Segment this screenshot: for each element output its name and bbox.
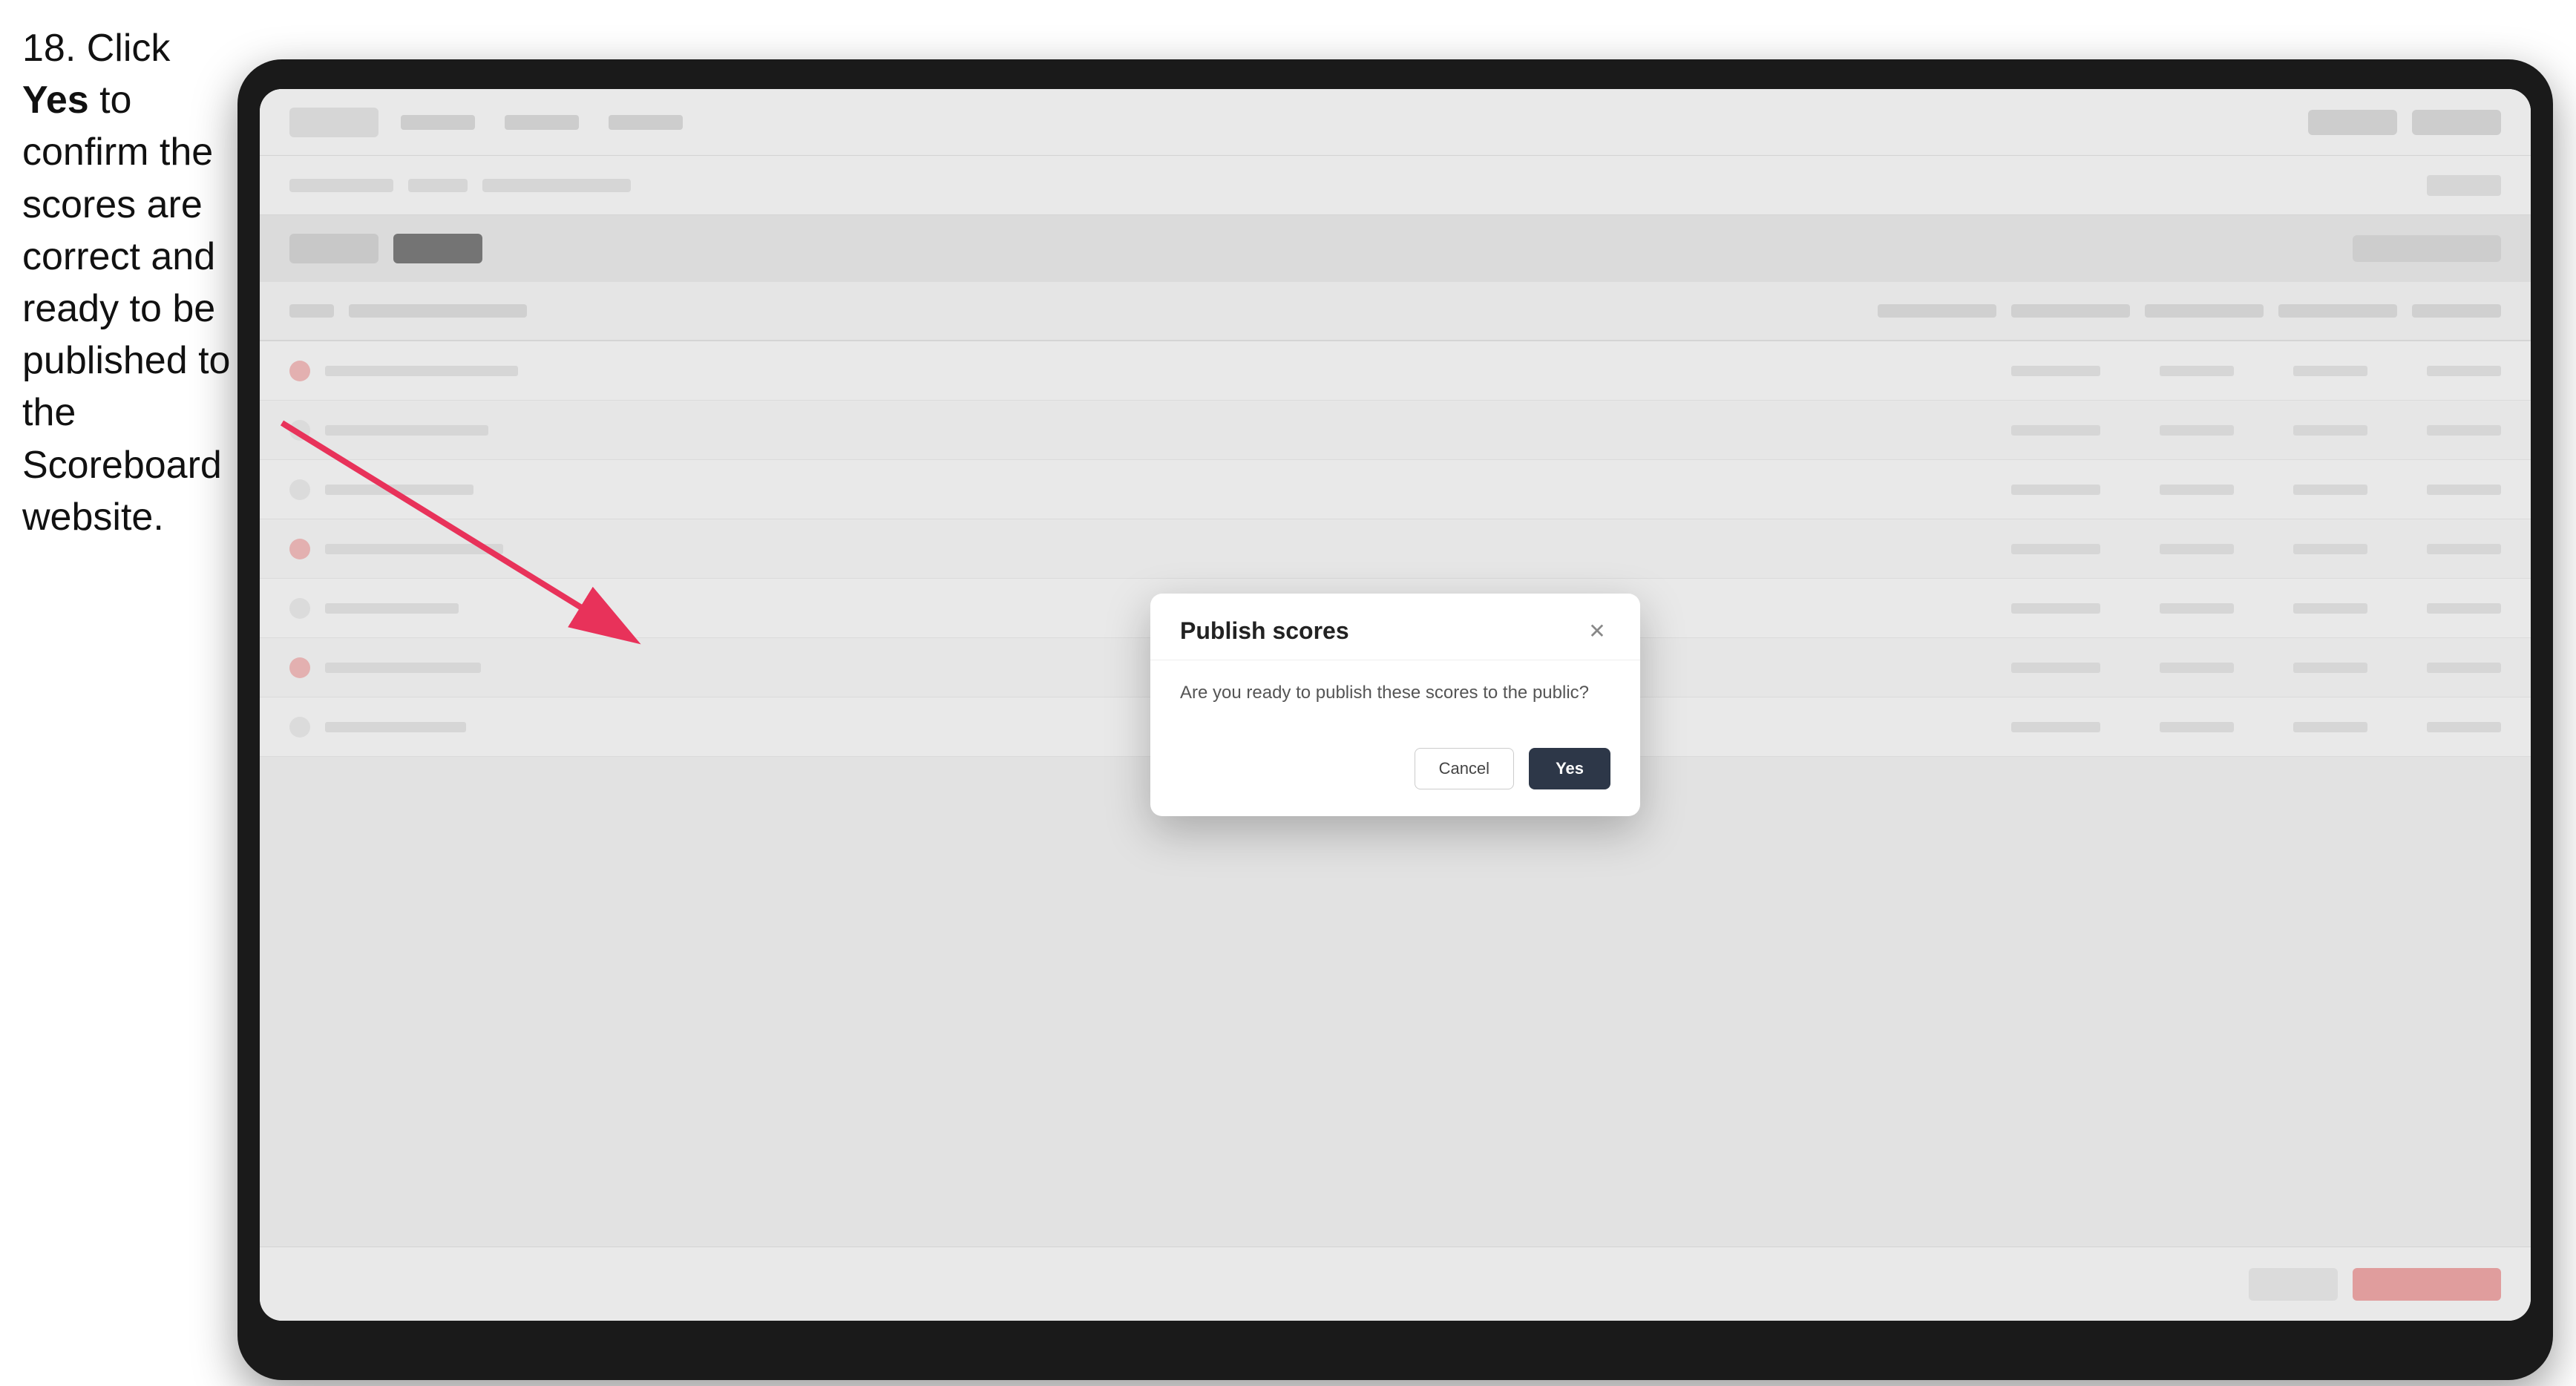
instruction-prefix: Click bbox=[76, 27, 170, 70]
modal-cancel-button[interactable]: Cancel bbox=[1415, 748, 1514, 789]
tablet-screen: Publish scores ✕ Are you ready to publis… bbox=[260, 89, 2531, 1321]
modal-yes-button[interactable]: Yes bbox=[1529, 748, 1610, 789]
modal-title: Publish scores bbox=[1180, 617, 1349, 645]
modal-message: Are you ready to publish these scores to… bbox=[1180, 683, 1610, 703]
modal-body: Are you ready to publish these scores to… bbox=[1150, 660, 1640, 733]
instruction-bold: Yes bbox=[22, 79, 89, 122]
modal-header: Publish scores ✕ bbox=[1150, 594, 1640, 660]
instruction-text: 18. Click Yes to confirm the scores are … bbox=[22, 22, 245, 543]
modal-close-button[interactable]: ✕ bbox=[1584, 618, 1610, 645]
instruction-number: 18. bbox=[22, 27, 76, 70]
tablet-device: Publish scores ✕ Are you ready to publis… bbox=[237, 59, 2553, 1380]
instruction-suffix: to confirm the scores are correct and re… bbox=[22, 79, 230, 539]
publish-scores-modal: Publish scores ✕ Are you ready to publis… bbox=[1150, 594, 1640, 816]
modal-footer: Cancel Yes bbox=[1150, 733, 1640, 816]
